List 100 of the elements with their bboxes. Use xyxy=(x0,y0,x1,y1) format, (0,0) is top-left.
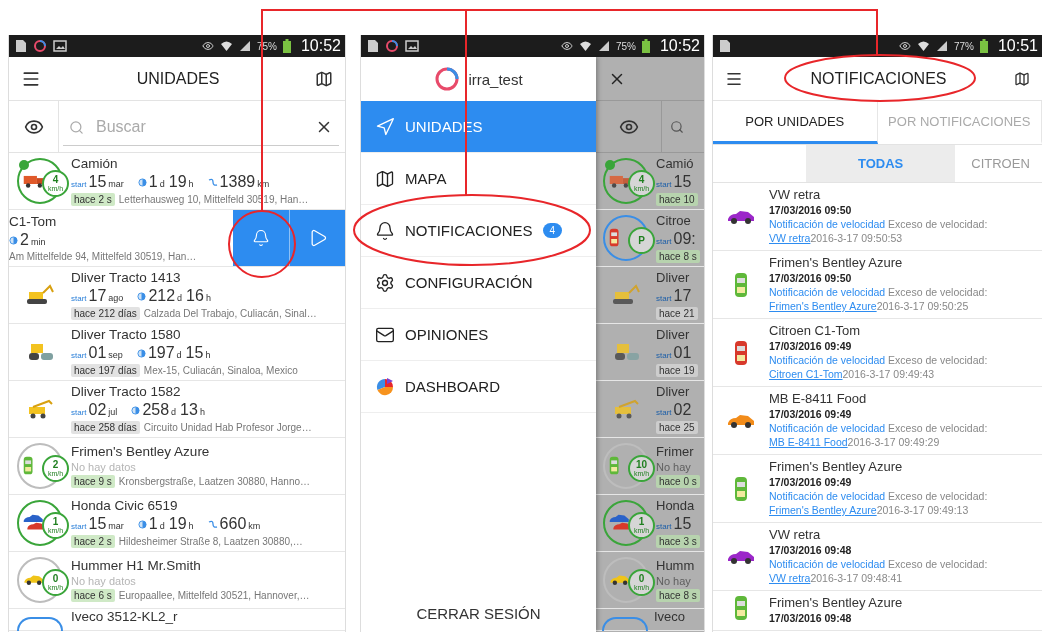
clock-icon xyxy=(131,406,141,415)
no-data-text: No hay datos xyxy=(71,461,136,473)
speed-badge: P xyxy=(628,227,655,254)
notification-row[interactable]: Frimen's Bentley Azure 17/03/2016 09:48 xyxy=(713,591,1042,631)
unit-name: Honda xyxy=(656,498,695,513)
notification-message: Notificación de velocidad Exceso de velocidad: MB E-8411 Food2016-3-17 09:49:29 xyxy=(769,422,989,450)
unit-link[interactable]: MB E-8411 Food xyxy=(769,436,848,448)
wifi-icon xyxy=(578,40,592,52)
start-date: 02 xyxy=(673,401,692,419)
notification-type-link[interactable]: Notificación de velocidad xyxy=(769,558,886,571)
menu-item[interactable]: MAPA xyxy=(361,153,596,205)
battery-icon xyxy=(979,39,988,53)
route-icon xyxy=(207,520,218,529)
wifi-icon xyxy=(916,40,930,52)
unit-row[interactable]: Dliver Tracto 1582 start 02 jul 258 d 13 h hace 258 días Circuito Unidad Hab Profesor Jorge… xyxy=(9,381,345,438)
menu-item[interactable]: CONFIGURACIÓN xyxy=(361,257,596,309)
unit-link[interactable]: Frimen's Bentley Azure xyxy=(769,300,877,312)
trip-duration: 2 min xyxy=(20,231,47,249)
unit-link[interactable]: VW retra xyxy=(769,232,811,244)
notification-type-link[interactable]: Notificación de velocidad xyxy=(769,422,886,435)
bell-icon xyxy=(252,229,270,247)
notification-row[interactable]: VW retra 17/03/2016 09:48 Notificación de velocidad Exceso de velocidad: VW retra2016-3-17 09:48:41 xyxy=(713,523,1042,591)
age-tag: hace 212 días xyxy=(71,307,140,320)
unit-row[interactable]: Dliver Tracto 1413 start 17 ago 212 d 16 h hace 212 días Calzada Del Trabajo, Culiacán, Sinal… xyxy=(9,267,345,324)
notification-date: 17/03/2016 09:48 xyxy=(769,612,852,624)
notification-row[interactable]: Frimen's Bentley Azure 17/03/2016 09:50 Notificación de velocidad Exceso de velocidad: Frimen's Bentley Azure2016-3-17 09:50:25 xyxy=(713,251,1042,319)
notification-row[interactable]: Frimen's Bentley Azure 17/03/2016 09:49 Notificación de velocidad Exceso de velocidad: Frimen's Bentley Azure2016-3-17 09:49:13 xyxy=(713,455,1042,523)
notification-row[interactable]: Citroen C1-Tom 17/03/2016 09:49 Notificación de velocidad Exceso de velocidad: Citroen C1-Tom2016-3-17 09:49:43 xyxy=(713,319,1042,387)
notification-date: 17/03/2016 09:49 xyxy=(769,340,852,353)
notification-type-link[interactable]: Notificación de velocidad xyxy=(769,286,886,299)
bell-icon xyxy=(375,220,395,241)
signal-icon xyxy=(597,40,610,52)
unit-name: Iveco 3512-KL2_r xyxy=(71,609,178,624)
battery-icon xyxy=(641,39,650,53)
logo-icon xyxy=(33,39,47,53)
notification-date: 17/03/2016 09:50 xyxy=(769,204,852,217)
clock-icon xyxy=(137,520,147,529)
map-button[interactable] xyxy=(315,69,333,88)
start-label: start xyxy=(71,351,87,360)
start-date: 15 mar xyxy=(88,515,125,533)
unit-name: Frimen's Bentley Azure xyxy=(769,459,903,475)
unit-name: Frimen's Bentley Azure xyxy=(769,255,903,271)
eye-icon xyxy=(560,40,573,52)
start-label: start xyxy=(656,237,672,246)
tab[interactable]: POR UNIDADES xyxy=(713,101,878,144)
image-icon xyxy=(405,40,419,52)
unit-name: Dliver Tracto 1582 xyxy=(71,384,181,399)
unit-link[interactable]: Citroen C1-Tom xyxy=(769,368,843,380)
age-tag: hace 9 s xyxy=(71,475,115,488)
notification-message: Notificación de velocidad Exceso de velocidad: Citroen C1-Tom2016-3-17 09:49:43 xyxy=(769,354,989,382)
unit-name: Frimer xyxy=(656,444,694,459)
notification-date: 17/03/2016 09:49 xyxy=(769,476,852,489)
unit-name: Honda Civic 6519 xyxy=(71,498,178,513)
logout-button[interactable]: CERRAR SESIÓN xyxy=(412,601,545,626)
start-label: start xyxy=(656,522,672,531)
address-text: Hildesheimer Straße 8, Laatzen 30880,… xyxy=(118,536,303,547)
address-text: Europaallee, Mittelfeld 30521, Hannover,… xyxy=(118,590,310,601)
highlight-ellipse xyxy=(228,210,296,278)
unit-name: Hummer H1 Mr.Smith xyxy=(71,558,201,573)
notification-message: Notificación de velocidad Exceso de velocidad: VW retra2016-3-17 09:50:53 xyxy=(769,218,989,246)
age-tag: hace 197 días xyxy=(71,364,140,377)
menu-item[interactable]: DASHBOARD xyxy=(361,361,596,413)
battery-percent: 75% xyxy=(615,40,636,52)
age-tag: hace 19 xyxy=(656,364,698,377)
trip-duration: 212 d 16 h xyxy=(148,287,212,305)
start-label: start xyxy=(71,408,87,417)
unit-link[interactable]: Frimen's Bentley Azure xyxy=(769,504,877,516)
age-tag: hace 8 s xyxy=(656,589,700,602)
notification-row[interactable]: MB E-8411 Food 17/03/2016 09:49 Notificación de velocidad Exceso de velocidad: MB E-8411 Food2016-3-17 09:49:29 xyxy=(713,387,1042,455)
menu-item[interactable]: NOTIFICACIONES 4 xyxy=(361,205,596,257)
unit-name: Dliver Tracto 1580 xyxy=(71,327,181,342)
navigation-icon xyxy=(375,116,395,137)
unit-link[interactable]: VW retra xyxy=(769,572,811,584)
signal-icon xyxy=(238,40,251,52)
map-button[interactable] xyxy=(1014,70,1030,87)
eye-icon xyxy=(898,40,911,52)
battery-percent: 77% xyxy=(953,40,974,52)
search-icon xyxy=(69,119,84,135)
notification-type-link[interactable]: Notificación de velocidad xyxy=(769,490,886,503)
notification-row[interactable]: VW retra 17/03/2016 09:50 Notificación de velocidad Exceso de velocidad: VW retra2016-3-17 09:50:53 xyxy=(713,183,1042,251)
unit-name: Dliver Tracto 1413 xyxy=(71,270,181,285)
unit-name: Dliver xyxy=(656,270,690,285)
unit-row[interactable]: Dliver Tracto 1580 start 01 sep 197 d 15 h hace 197 días Mex-15, Culiacán, Sinaloa, Mexico xyxy=(9,324,345,381)
age-tag: hace 6 s xyxy=(71,589,115,602)
search-field[interactable]: Buscar xyxy=(94,117,305,137)
distance: 660 km xyxy=(219,515,262,533)
start-label: start xyxy=(71,180,87,189)
clock-time: 10:51 xyxy=(997,37,1038,55)
image-icon xyxy=(53,40,67,52)
notification-type-link[interactable]: Notificación de velocidad xyxy=(769,354,886,367)
age-tag: hace 8 s xyxy=(656,250,700,263)
search-icon xyxy=(670,119,684,134)
notification-type-link[interactable]: Notificación de velocidad xyxy=(769,218,886,231)
unit-row[interactable]: Iveco 3512-KL2_r xyxy=(9,609,345,631)
age-tag: hace 2 s xyxy=(71,193,115,206)
unit-name: Dliver xyxy=(656,327,690,342)
menu-item[interactable]: OPINIONES xyxy=(361,309,596,361)
unit-name: Citroe xyxy=(656,213,691,228)
address-text: Mex-15, Culiacán, Sinaloa, Mexico xyxy=(143,365,298,376)
pie-chart-icon xyxy=(375,376,395,397)
